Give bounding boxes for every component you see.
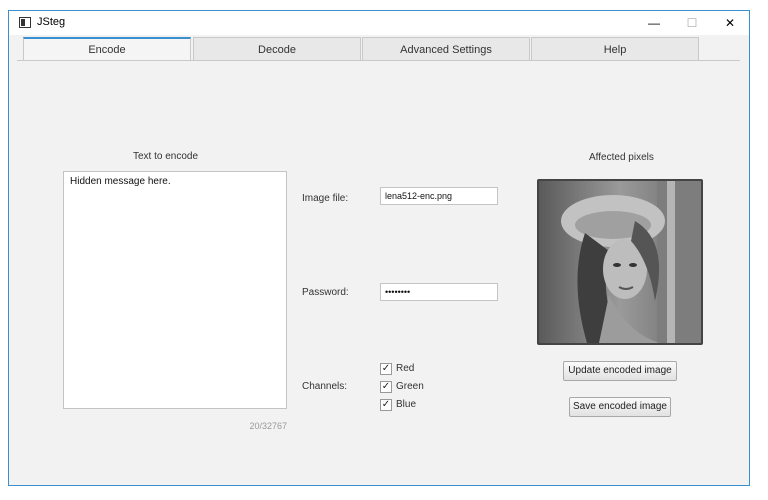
- char-counter: 20/32767: [249, 421, 287, 431]
- encoded-image-preview: [537, 179, 703, 345]
- tab-help[interactable]: Help: [531, 37, 699, 61]
- save-encoded-image-button[interactable]: Save encoded image: [569, 397, 671, 417]
- window-title: JSteg: [37, 16, 66, 28]
- portrait-image: [539, 181, 701, 343]
- channel-blue-checkbox[interactable]: ✓: [380, 399, 392, 411]
- affected-pixels-label: Affected pixels: [589, 152, 654, 163]
- app-window: JSteg — ☐ ✕ Encode Decode Advanced Setti…: [8, 10, 750, 486]
- channels-label: Channels:: [302, 381, 348, 392]
- image-file-field[interactable]: lena512-enc.png: [380, 187, 498, 205]
- channel-green-checkbox[interactable]: ✓: [380, 381, 392, 393]
- tab-divider: [17, 60, 740, 61]
- tab-advanced-settings[interactable]: Advanced Settings: [362, 37, 530, 61]
- app-icon: [19, 17, 31, 28]
- update-encoded-image-button[interactable]: Update encoded image: [563, 361, 677, 381]
- image-file-label: Image file:: [302, 193, 349, 204]
- title-bar: JSteg — ☐ ✕: [9, 11, 749, 35]
- password-field[interactable]: [380, 283, 498, 301]
- message-textarea[interactable]: Hidden message here.: [63, 171, 287, 409]
- tab-decode[interactable]: Decode: [193, 37, 361, 61]
- channel-green-label: Green: [396, 381, 424, 392]
- minimize-button[interactable]: —: [637, 11, 671, 35]
- maximize-button[interactable]: ☐: [675, 11, 709, 35]
- text-to-encode-label: Text to encode: [133, 151, 199, 162]
- channel-blue-label: Blue: [396, 399, 417, 410]
- tab-encode[interactable]: Encode: [23, 37, 191, 61]
- close-button[interactable]: ✕: [713, 11, 747, 35]
- channel-red-checkbox[interactable]: ✓: [380, 363, 392, 375]
- password-label: Password:: [302, 287, 349, 298]
- channel-red-label: Red: [396, 363, 415, 374]
